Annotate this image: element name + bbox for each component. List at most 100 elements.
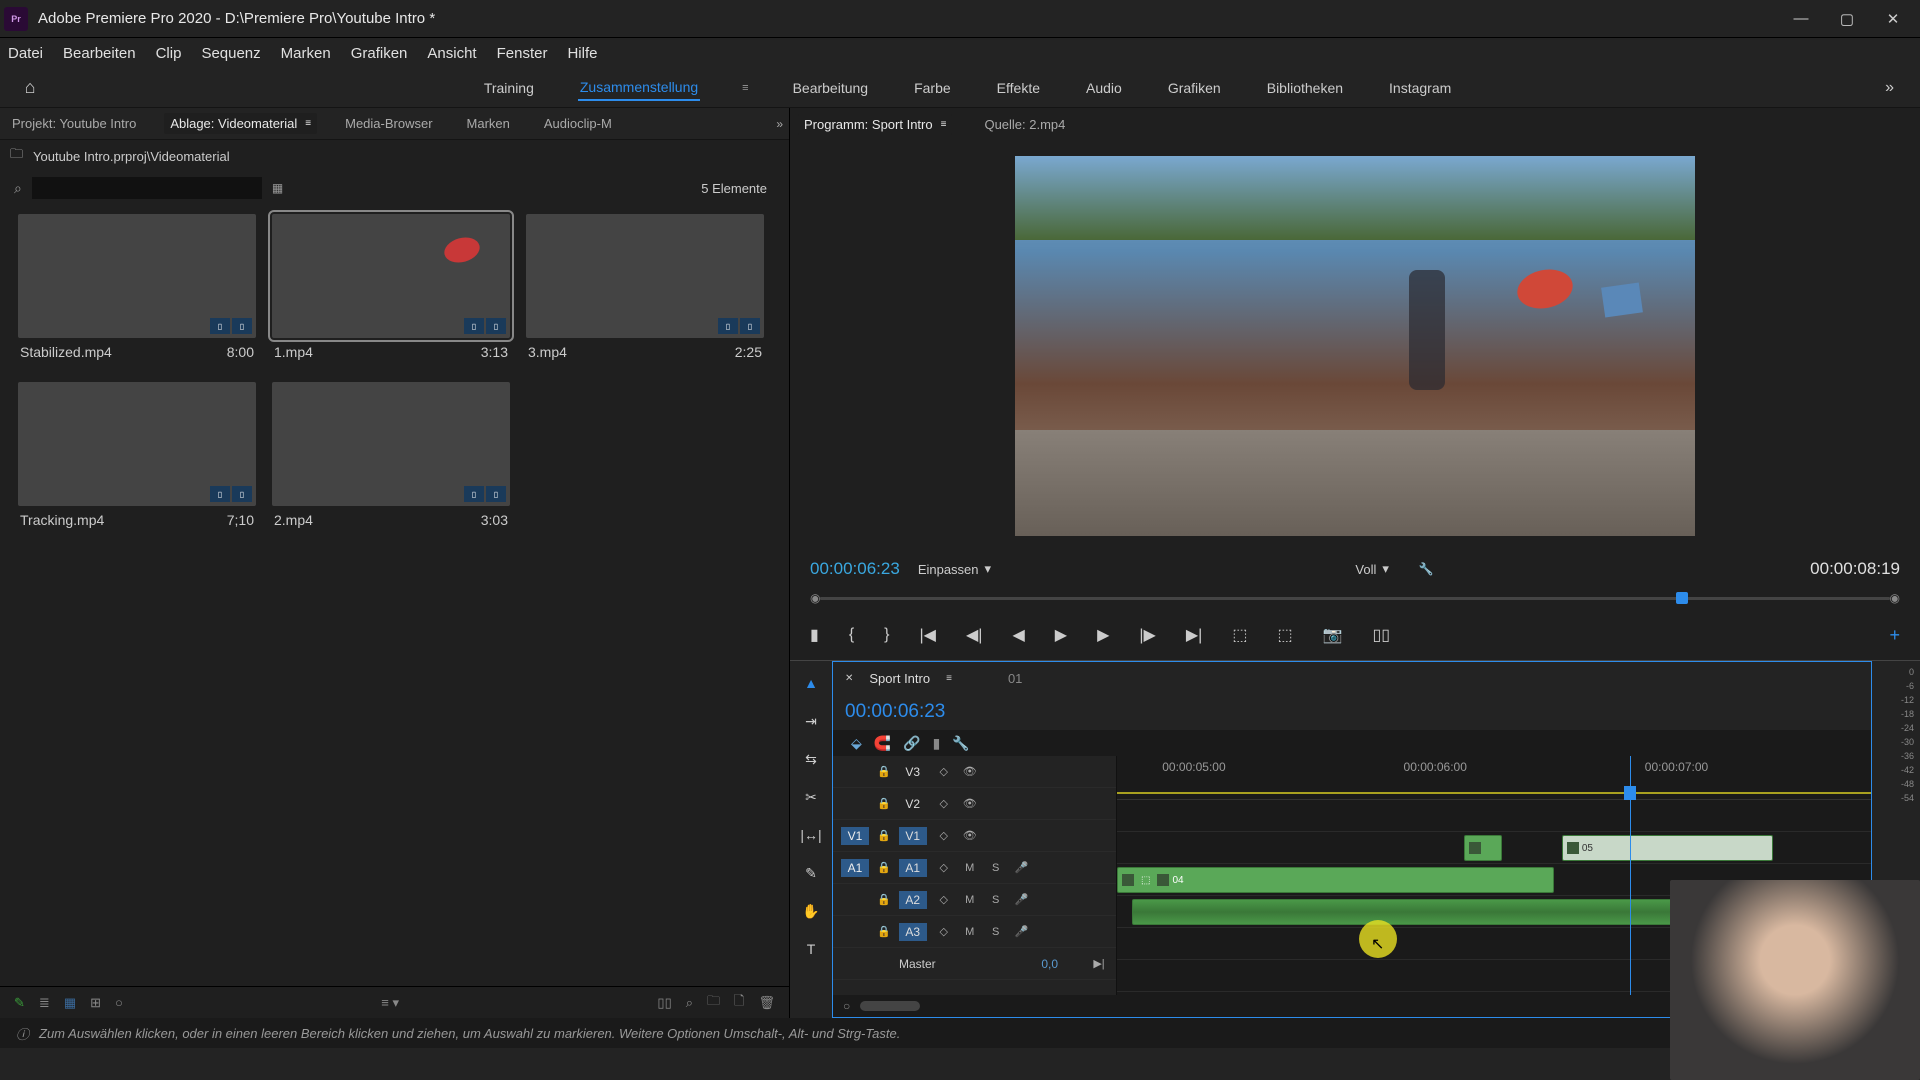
type-tool[interactable]: T (799, 937, 823, 961)
new-bin-icon[interactable]: 🗀 (707, 992, 720, 1014)
search-icon[interactable]: ⌕ (14, 180, 22, 197)
playhead[interactable] (1624, 786, 1636, 800)
add-marker-button[interactable]: ▮ (810, 625, 819, 645)
solo-icon[interactable]: S (987, 894, 1005, 906)
sync-lock-icon[interactable]: ◇ (935, 829, 953, 842)
sequence-name[interactable]: Sport Intro (869, 671, 930, 686)
solo-icon[interactable]: S (987, 862, 1005, 874)
sequence-alt[interactable]: 01 (1008, 671, 1022, 686)
close-button[interactable]: ✕ (1884, 10, 1902, 28)
play-button[interactable]: ▶ (1055, 625, 1067, 645)
lock-icon[interactable]: 🔒 (877, 765, 891, 778)
track-header-a2[interactable]: 🔒 A2 ◇ M S 🎤 (833, 884, 1116, 916)
workspace-training[interactable]: Training (482, 76, 536, 100)
program-monitor[interactable] (1015, 156, 1695, 536)
scrubber-end-handle[interactable]: ◉ (1890, 591, 1900, 605)
lock-icon[interactable]: 🔒 (877, 829, 891, 842)
track-header-master[interactable]: Master 0,0 ▶| (833, 948, 1116, 980)
sync-lock-icon[interactable]: ◇ (935, 893, 953, 906)
clip-v2-a[interactable] (1464, 835, 1502, 861)
add-marker-icon[interactable]: ▮ (933, 735, 941, 752)
list-view-icon[interactable]: ≣ (39, 995, 50, 1011)
media-item[interactable]: ▯▯1.mp43:13 (272, 214, 510, 366)
mute-icon[interactable]: M (961, 862, 979, 874)
media-item[interactable]: ▯▯3.mp42:25 (526, 214, 764, 366)
step-back-button[interactable]: ◀| (966, 625, 982, 645)
track-header-a3[interactable]: 🔒 A3 ◇ M S 🎤 (833, 916, 1116, 948)
toggle-output-icon[interactable]: 👁 (961, 829, 979, 842)
workspace-grafiken[interactable]: Grafiken (1166, 76, 1223, 100)
mute-icon[interactable]: M (961, 926, 979, 938)
linked-selection-icon[interactable]: 🔗 (903, 735, 920, 752)
go-to-out-button[interactable]: ▶| (1186, 625, 1202, 645)
go-to-in-button[interactable]: |◀ (920, 625, 936, 645)
zoom-fit-dropdown[interactable]: Einpassen ▾ (918, 561, 991, 577)
track-v2-lane[interactable]: 05 (1117, 832, 1871, 864)
mark-out-button[interactable]: } (884, 626, 889, 644)
master-level[interactable]: 0,0 (1041, 957, 1058, 971)
menu-datei[interactable]: Datei (8, 45, 43, 62)
playhead-indicator[interactable] (1676, 592, 1688, 604)
freeform-view-icon[interactable]: ⊞ (90, 995, 101, 1011)
workspace-effekte[interactable]: Effekte (995, 76, 1042, 100)
hand-tool[interactable]: ✋ (799, 899, 823, 923)
track-header-a1[interactable]: A1 🔒 A1 ◇ M S 🎤 (833, 852, 1116, 884)
panel-tab[interactable]: Audioclip-M (538, 113, 618, 134)
program-scrubber[interactable] (820, 597, 1889, 600)
panel-tab[interactable]: Ablage: Videomaterial≡ (164, 113, 317, 134)
workspace-bearbeitung[interactable]: Bearbeitung (791, 76, 871, 100)
menu-clip[interactable]: Clip (156, 45, 182, 62)
sync-lock-icon[interactable]: ◇ (935, 797, 953, 810)
workspace-overflow-icon[interactable]: » (1885, 79, 1920, 97)
step-forward-button[interactable]: |▶ (1139, 625, 1155, 645)
create-bin-icon[interactable]: ▦ (272, 181, 283, 195)
frame-back-button[interactable]: ◀ (1012, 625, 1024, 645)
minimize-button[interactable]: — (1792, 10, 1810, 28)
media-item[interactable]: ▯▯2.mp43:03 (272, 382, 510, 534)
program-tab[interactable]: Programm: Sport Intro ≡ (798, 114, 952, 135)
delete-icon[interactable]: 🗑 (758, 995, 775, 1011)
panel-tab[interactable]: Media-Browser (339, 113, 438, 134)
menu-hilfe[interactable]: Hilfe (567, 45, 597, 62)
extract-button[interactable]: ⬚ (1277, 625, 1292, 645)
toggle-output-icon[interactable]: 👁 (961, 797, 979, 810)
zoom-out-handle[interactable]: ○ (843, 999, 850, 1013)
ripple-edit-tool[interactable]: ⇆ (799, 747, 823, 771)
track-select-tool[interactable]: ⇥ (799, 709, 823, 733)
menu-ansicht[interactable]: Ansicht (427, 45, 476, 62)
menu-fenster[interactable]: Fenster (497, 45, 548, 62)
source-patch-a1[interactable]: A1 (841, 859, 869, 877)
workspace-zusammenstellung[interactable]: Zusammenstellung (578, 75, 700, 101)
compare-button[interactable]: ▯▯ (1372, 625, 1390, 645)
timeline-timecode[interactable]: 00:00:06:23 (845, 701, 945, 723)
mark-in-button[interactable]: { (849, 626, 854, 644)
resolution-dropdown[interactable]: Voll ▾ (1355, 561, 1389, 577)
source-tab[interactable]: Quelle: 2.mp4 (978, 114, 1071, 135)
lock-icon[interactable]: 🔒 (877, 893, 891, 906)
selection-tool[interactable]: ▲ (799, 671, 823, 695)
workspace-instagram[interactable]: Instagram (1387, 76, 1453, 100)
lift-button[interactable]: ⬚ (1232, 625, 1247, 645)
menu-grafiken[interactable]: Grafiken (351, 45, 408, 62)
lock-icon[interactable]: 🔒 (877, 925, 891, 938)
pen-tool[interactable]: ✎ (799, 861, 823, 885)
slip-tool[interactable]: |↔| (799, 823, 823, 847)
toggle-output-icon[interactable]: 👁 (961, 765, 979, 778)
panel-tab[interactable]: Marken (461, 113, 516, 134)
workspace-farbe[interactable]: Farbe (912, 76, 953, 100)
export-frame-button[interactable]: 📷 (1323, 625, 1343, 645)
home-icon[interactable]: ⌂ (10, 77, 50, 98)
search-input[interactable] (32, 177, 262, 199)
panel-tab[interactable]: Projekt: Youtube Intro (6, 113, 142, 134)
panel-menu-icon[interactable]: ≡ (946, 673, 952, 684)
frame-forward-button[interactable]: ▶ (1097, 625, 1109, 645)
settings-icon[interactable]: 🔧 (1419, 562, 1434, 576)
zoom-scrollbar[interactable] (860, 1001, 920, 1011)
razor-tool[interactable]: ✂ (799, 785, 823, 809)
snap-icon[interactable]: 🧲 (874, 735, 891, 752)
voiceover-icon[interactable]: 🎤 (1013, 925, 1031, 938)
panel-overflow-icon[interactable]: » (776, 117, 783, 131)
sync-lock-icon[interactable]: ◇ (935, 765, 953, 778)
source-patch-v1[interactable]: V1 (841, 827, 869, 845)
menu-sequenz[interactable]: Sequenz (201, 45, 260, 62)
